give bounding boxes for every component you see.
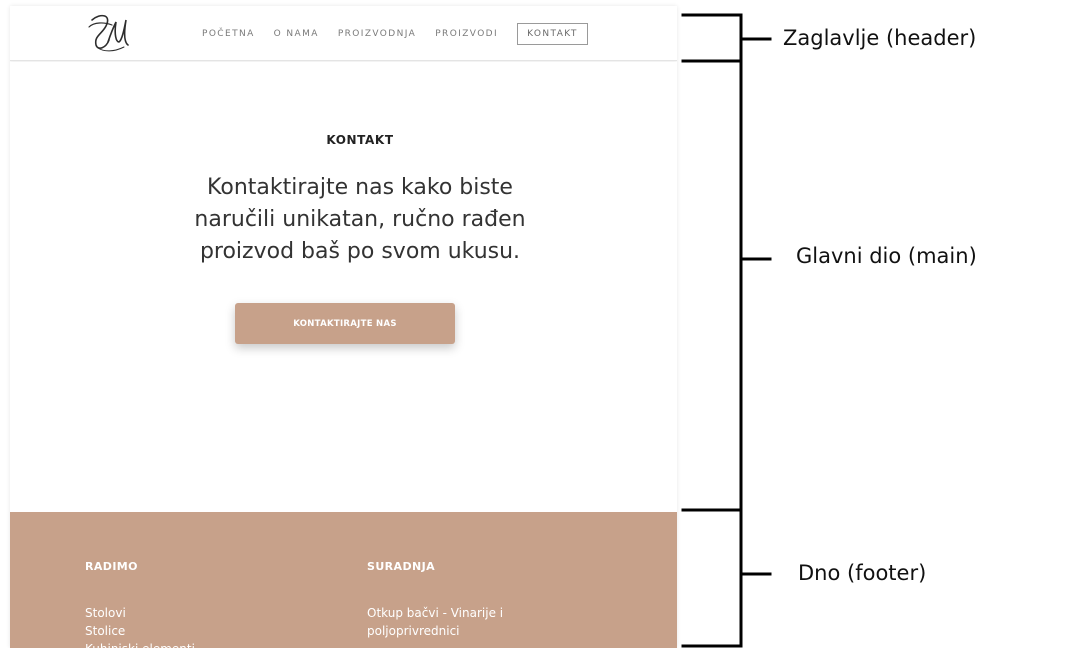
annotation-footer-label: Dno (footer) — [798, 561, 927, 585]
annotation-brackets — [681, 13, 772, 648]
header-bracket — [681, 13, 743, 63]
annotation-header-label: Zaglavlje (header) — [783, 26, 977, 50]
footer-bracket — [681, 508, 743, 648]
main-bracket — [681, 59, 743, 512]
annotation-main-label: Glavni dio (main) — [796, 244, 977, 268]
